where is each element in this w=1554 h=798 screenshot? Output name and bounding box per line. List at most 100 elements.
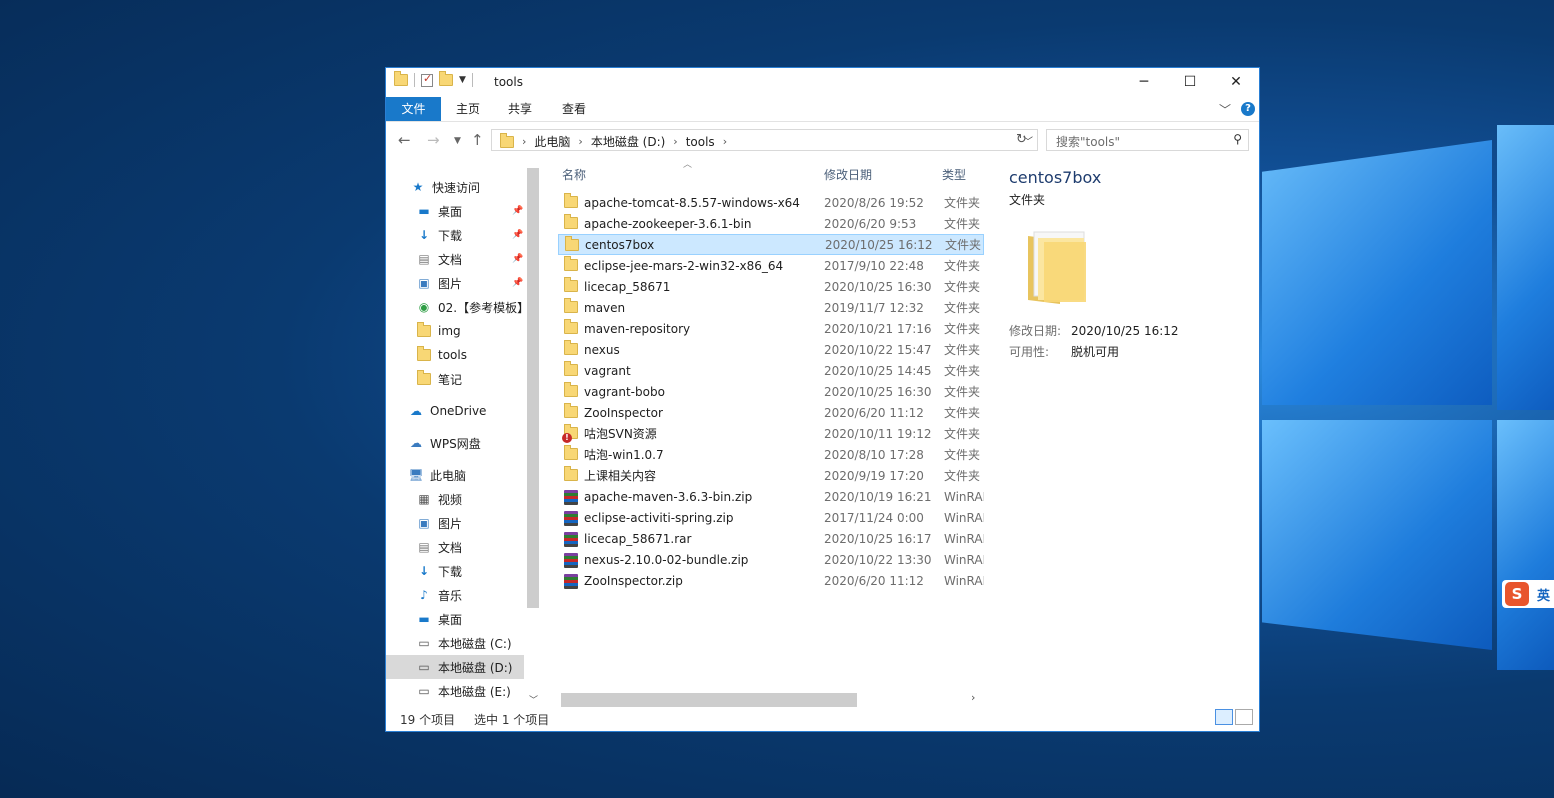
tab-share[interactable]: 共享 [500, 97, 540, 121]
table-row[interactable]: centos7box 2020/10/25 16:12 文件夹 [558, 234, 984, 255]
recent-locations-chevron-icon[interactable]: ▼ [454, 136, 461, 146]
sidebar-item-music[interactable]: ♪ 音乐 [416, 583, 541, 607]
table-row[interactable]: 上课相关内容 2020/9/19 17:20 文件夹 [558, 465, 984, 486]
breadcrumb-this-pc[interactable]: 此电脑 [534, 133, 570, 150]
table-row[interactable]: 咕泡-win1.0.7 2020/8/10 17:28 文件夹 [558, 444, 984, 465]
table-row[interactable]: apache-tomcat-8.5.57-windows-x64 2020/8/2… [558, 192, 984, 213]
folder-icon [500, 132, 514, 148]
table-row[interactable]: nexus 2020/10/22 15:47 文件夹 [558, 339, 984, 360]
folder-icon [564, 298, 578, 316]
sidebar-item-img[interactable]: img [416, 319, 541, 343]
sidebar-item-tools[interactable]: tools [416, 343, 541, 367]
sidebar-item-desktop[interactable]: ▬ 桌面 [416, 607, 541, 631]
file-name: centos7box [585, 237, 655, 252]
table-row[interactable]: ZooInspector 2020/6/20 11:12 文件夹 [558, 402, 984, 423]
properties-icon[interactable] [421, 72, 433, 87]
table-row[interactable]: apache-maven-3.6.3-bin.zip 2020/10/19 16:… [558, 486, 984, 507]
column-header-date[interactable]: 修改日期 [824, 166, 872, 183]
large-icons-view-icon[interactable] [1235, 709, 1253, 725]
sidebar-item-drive-d[interactable]: ▭ 本地磁盘 (D:) [386, 655, 524, 679]
search-input[interactable]: 搜索"tools" ⚲ [1046, 129, 1249, 151]
back-arrow-icon[interactable]: ← [398, 131, 411, 149]
svn-conflict-icon: ! [562, 433, 572, 443]
folder-icon [564, 256, 578, 274]
file-name: apache-zookeeper-3.6.1-bin [584, 216, 752, 231]
download-icon: ↓ [418, 564, 430, 578]
file-type: 文件夹 [944, 301, 981, 315]
column-header-type[interactable]: 类型 [942, 166, 966, 183]
breadcrumb-drive-d[interactable]: 本地磁盘 (D:) [591, 133, 665, 150]
window-title: tools [494, 75, 523, 89]
new-folder-icon[interactable] [439, 71, 453, 86]
table-row[interactable]: vagrant-bobo 2020/10/25 16:30 文件夹 [558, 381, 984, 402]
sidebar-item-quick-access[interactable]: ★ 快速访问 [410, 175, 541, 199]
scrollbar-thumb[interactable] [527, 168, 539, 608]
table-row[interactable]: licecap_58671.rar 2020/10/25 16:17 WinRAR [558, 528, 984, 549]
close-button[interactable]: ✕ [1213, 68, 1259, 96]
sidebar-item-this-pc[interactable]: 🖥 此电脑 [408, 463, 541, 487]
scroll-right-icon[interactable]: › [971, 691, 975, 704]
horizontal-scrollbar[interactable]: › [561, 691, 981, 707]
computer-icon: 🖥 [408, 468, 424, 482]
folder-icon: ! [562, 424, 578, 443]
desktop-icon: ▬ [418, 612, 430, 626]
table-row[interactable]: licecap_58671 2020/10/25 16:30 文件夹 [558, 276, 984, 297]
ime-indicator[interactable]: S 英 [1502, 580, 1554, 608]
table-row[interactable]: apache-zookeeper-3.6.1-bin 2020/6/20 9:53… [558, 213, 984, 234]
file-explorer-window: ▼ tools ─ ☐ ✕ 文件 主页 共享 查看 ﹀ ? ← → ▼ ↑ › … [385, 67, 1260, 732]
tab-home[interactable]: 主页 [448, 97, 488, 121]
search-icon[interactable]: ⚲ [1233, 132, 1242, 146]
table-row[interactable]: ! 咕泡SVN资源 2020/10/11 19:12 文件夹 [558, 423, 984, 444]
sidebar-item-drive-c[interactable]: ▭ 本地磁盘 (C:) [416, 631, 541, 655]
file-name: licecap_58671 [584, 279, 671, 294]
address-bar[interactable]: › 此电脑 › 本地磁盘 (D:) › tools › ﹀ [491, 129, 1038, 151]
archive-icon [564, 553, 578, 571]
sidebar-item-videos[interactable]: ▦ 视频 [416, 487, 541, 511]
breadcrumb-tools[interactable]: tools [686, 135, 715, 149]
navigation-bar: ← → ▼ ↑ › 此电脑 › 本地磁盘 (D:) › tools › ﹀ ↻ … [386, 128, 1259, 154]
sidebar-item-documents-pinned[interactable]: ▤ 文档 📌 [416, 247, 541, 271]
sidebar-item-wps-cloud[interactable]: ☁ WPS网盘 [408, 431, 541, 455]
sidebar-item-onedrive[interactable]: ☁ OneDrive [408, 399, 541, 423]
column-header-name[interactable]: 名称 [562, 166, 586, 183]
refresh-icon[interactable]: ↻ [1016, 132, 1027, 147]
navigation-scrollbar[interactable]: ﹀ [526, 168, 540, 708]
table-row[interactable]: maven 2019/11/7 12:32 文件夹 [558, 297, 984, 318]
file-date: 2020/8/10 17:28 [824, 447, 924, 462]
folder-icon [416, 346, 432, 361]
file-name: vagrant [584, 363, 631, 378]
divider [414, 73, 415, 87]
details-view-icon[interactable] [1215, 709, 1233, 725]
sidebar-item-downloads[interactable]: ↓ 下载 [416, 559, 541, 583]
table-row[interactable]: vagrant 2020/10/25 14:45 文件夹 [558, 360, 984, 381]
file-name: ZooInspector.zip [584, 573, 683, 588]
sidebar-item-reference-template[interactable]: ◉ 02.【参考模板】 [416, 295, 541, 319]
up-arrow-icon[interactable]: ↑ [471, 131, 484, 149]
chevron-down-icon[interactable]: ﹀ [1219, 101, 1231, 118]
sidebar-item-pictures[interactable]: ▣ 图片 [416, 511, 541, 535]
forward-arrow-icon[interactable]: → [427, 131, 440, 149]
customize-toolbar-icon[interactable]: ▼ [459, 75, 466, 85]
maximize-button[interactable]: ☐ [1167, 68, 1213, 96]
availability-value: 脱机可用 [1071, 345, 1120, 359]
table-row[interactable]: eclipse-jee-mars-2-win32-x86_64 2017/9/10… [558, 255, 984, 276]
folder-icon [564, 403, 578, 421]
tab-view[interactable]: 查看 [554, 97, 594, 121]
table-row[interactable]: eclipse-activiti-spring.zip 2017/11/24 0:… [558, 507, 984, 528]
sidebar-item-downloads-pinned[interactable]: ↓ 下载 📌 [416, 223, 541, 247]
file-name: apache-maven-3.6.3-bin.zip [584, 489, 753, 504]
wallpaper-pane [1497, 125, 1554, 410]
help-icon[interactable]: ? [1241, 102, 1255, 116]
sidebar-item-documents[interactable]: ▤ 文档 [416, 535, 541, 559]
tab-file[interactable]: 文件 [386, 97, 441, 121]
folder-icon [565, 236, 579, 254]
table-row[interactable]: maven-repository 2020/10/21 17:16 文件夹 [558, 318, 984, 339]
sidebar-item-pictures-pinned[interactable]: ▣ 图片 📌 [416, 271, 541, 295]
archive-icon [564, 574, 578, 592]
table-row[interactable]: ZooInspector.zip 2020/6/20 11:12 WinRAR [558, 570, 984, 591]
sidebar-item-notes[interactable]: 笔记 [416, 367, 541, 391]
sidebar-item-desktop-pinned[interactable]: ▬ 桌面 📌 [416, 199, 541, 223]
table-row[interactable]: nexus-2.10.0-02-bundle.zip 2020/10/22 13:… [558, 549, 984, 570]
minimize-button[interactable]: ─ [1121, 68, 1167, 96]
sidebar-item-drive-e[interactable]: ▭ 本地磁盘 (E:) [416, 679, 541, 703]
